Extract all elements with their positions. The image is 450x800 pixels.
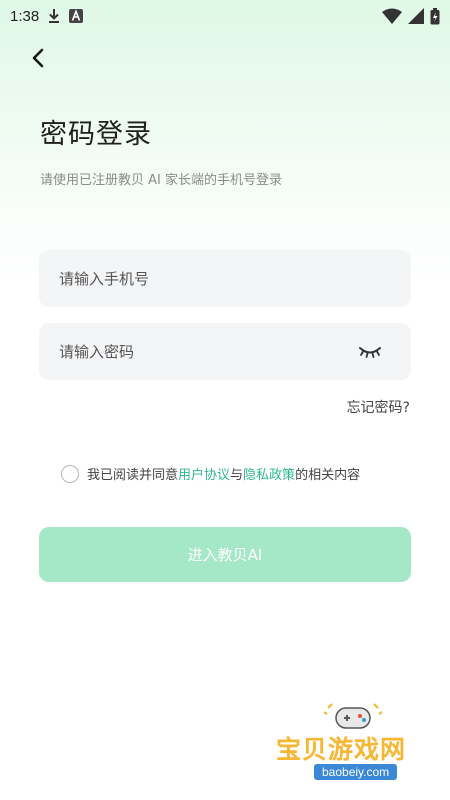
phone-input[interactable] xyxy=(59,250,391,307)
status-bar-right xyxy=(382,7,440,25)
battery-icon xyxy=(430,7,440,25)
back-button[interactable] xyxy=(24,44,52,72)
agreement-text: 我已阅读并同意用户协议与隐私政策的相关内容 xyxy=(87,464,360,483)
user-agreement-link[interactable]: 用户协议 xyxy=(178,468,230,483)
watermark-url: baobeiy.com xyxy=(314,764,398,780)
agreement-checkbox[interactable] xyxy=(61,464,79,483)
a-icon xyxy=(69,9,84,23)
agreement-row: 我已阅读并同意用户协议与隐私政策的相关内容 xyxy=(61,464,360,483)
eye-closed-icon xyxy=(359,346,381,358)
agreement-suffix: 的相关内容 xyxy=(295,468,361,483)
agreement-and: 与 xyxy=(230,468,244,483)
page-title: 密码登录 xyxy=(40,119,152,150)
password-visibility-toggle[interactable] xyxy=(357,342,383,362)
phone-field[interactable] xyxy=(39,250,411,307)
chevron-left-icon xyxy=(32,48,44,68)
wifi-icon xyxy=(382,8,402,24)
gamepad-icon xyxy=(324,703,382,729)
download-icon xyxy=(47,8,61,24)
signal-icon xyxy=(408,8,424,24)
watermark: 宝贝游戏网 baobeiy.com xyxy=(272,700,442,795)
forgot-password-link[interactable]: 忘记密码? xyxy=(347,397,410,417)
status-bar-left: 1:38 xyxy=(10,7,84,25)
enter-button[interactable]: 进入教贝AI xyxy=(39,527,411,582)
privacy-policy-link[interactable]: 隐私政策 xyxy=(243,468,295,483)
password-field[interactable] xyxy=(39,323,411,380)
page-subtitle: 请使用已注册教贝 AI 家长端的手机号登录 xyxy=(40,173,282,188)
password-input[interactable] xyxy=(59,323,357,380)
status-bar: 1:38 xyxy=(0,0,450,32)
watermark-title: 宝贝游戏网 xyxy=(276,735,407,764)
status-time: 1:38 xyxy=(10,7,40,25)
agreement-prefix: 我已阅读并同意 xyxy=(87,468,179,483)
